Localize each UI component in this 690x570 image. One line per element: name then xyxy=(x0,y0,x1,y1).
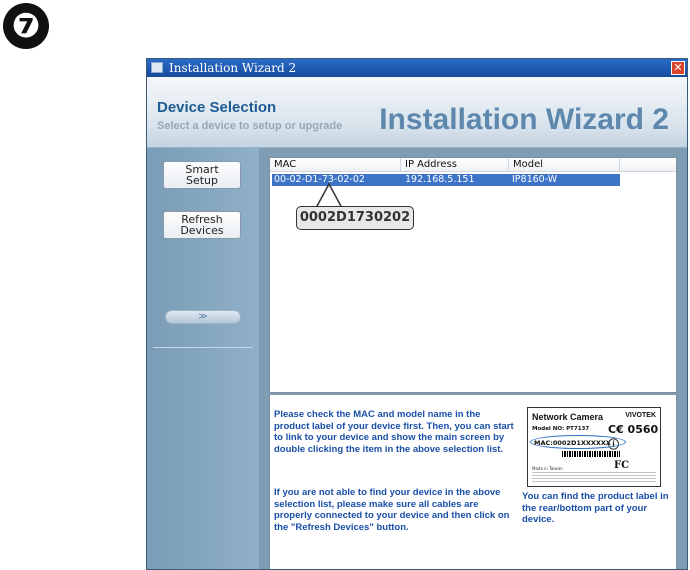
sidebar-divider xyxy=(153,347,253,348)
product-label-image: Network Camera VIVOTEK Model NO: PT7137 … xyxy=(527,407,661,487)
smart-setup-button[interactable]: Smart Setup xyxy=(163,161,241,189)
close-button[interactable]: ✕ xyxy=(671,61,685,75)
product-label-caption: You can find the product label in the re… xyxy=(522,491,669,525)
callout-pointer xyxy=(314,182,344,209)
expand-chevron-button[interactable]: ≫ xyxy=(165,310,241,324)
window-title: Installation Wizard 2 xyxy=(169,61,297,75)
refresh-devices-button[interactable]: Refresh Devices xyxy=(163,211,241,239)
label-mac: MAC:0002D1XXXXXX xyxy=(534,439,611,447)
step-number-badge: ❼ xyxy=(3,3,49,49)
app-icon xyxy=(151,62,163,73)
label-fine-print xyxy=(532,472,656,484)
wizard-header: Device Selection Select a device to setu… xyxy=(147,77,687,148)
fc-mark-icon: FC xyxy=(614,460,630,471)
page-title: Device Selection xyxy=(157,99,277,116)
label-model: Model NO: PT7137 xyxy=(532,426,590,432)
page-subtitle: Select a device to setup or upgrade xyxy=(157,120,343,132)
device-list[interactable]: MAC IP Address Model 00-02-D1-73-02-02 1… xyxy=(269,157,677,393)
wizard-brand-title: Installation Wizard 2 xyxy=(379,103,669,136)
installation-wizard-window: Installation Wizard 2 ✕ Device Selection… xyxy=(146,58,688,570)
mac-callout: 0002D1730202 xyxy=(296,206,414,230)
smart-setup-label-line2: Setup xyxy=(185,174,219,187)
label-title: Network Camera xyxy=(532,412,604,422)
barcode-icon xyxy=(562,451,620,457)
title-bar[interactable]: Installation Wizard 2 ✕ xyxy=(147,59,687,77)
instruction-panel: Please check the MAC and model name in t… xyxy=(269,395,677,569)
refresh-label-line2: Devices xyxy=(180,224,224,237)
label-made-in: Made in Taiwan xyxy=(532,466,563,471)
instruction-paragraph-2: If you are not able to find your device … xyxy=(274,487,510,533)
sidebar: Smart Setup Refresh Devices ≫ xyxy=(147,148,259,569)
label-brand-logo: VIVOTEK xyxy=(625,412,656,419)
instruction-paragraph-1: Please check the MAC and model name in t… xyxy=(274,409,514,455)
